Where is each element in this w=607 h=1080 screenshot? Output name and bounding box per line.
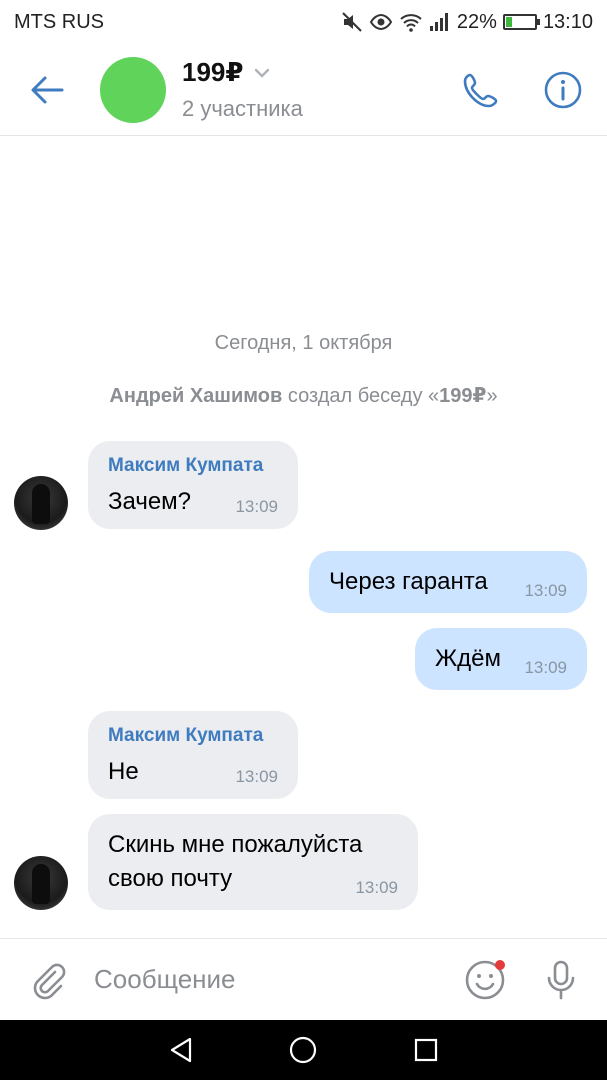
chat-avatar[interactable]: [100, 56, 166, 123]
message-bubble-incoming[interactable]: Максим Кумпата Зачем? 13:09: [88, 441, 298, 529]
emoji-button[interactable]: [461, 956, 509, 1004]
avatar[interactable]: [14, 856, 68, 910]
message-composer: [0, 938, 607, 1020]
mute-icon: [341, 11, 363, 33]
attach-button[interactable]: [24, 956, 72, 1004]
service-message: Андрей Хашимов создал беседу «199₽»: [0, 383, 607, 408]
back-arrow-icon: [31, 76, 64, 103]
wifi-icon: [399, 11, 423, 33]
clock: 13:10: [542, 10, 593, 33]
eye-icon: [369, 11, 393, 33]
battery-charging-icon: [502, 14, 540, 30]
voice-message-button[interactable]: [537, 956, 585, 1004]
circle-home-icon: [290, 1036, 317, 1064]
message-sender[interactable]: Максим Кумпата: [108, 455, 278, 477]
message-bubble-incoming[interactable]: Максим Кумпата Не 13:09: [88, 711, 298, 799]
triangle-back-icon: [171, 1037, 192, 1063]
chat-title-block[interactable]: 199₽ 2 участника: [182, 57, 303, 122]
back-button[interactable]: [22, 65, 72, 115]
battery-percent: 22%: [456, 10, 497, 33]
info-button[interactable]: [541, 68, 585, 112]
message-sender[interactable]: Максим Кумпата: [108, 725, 278, 747]
microphone-icon: [547, 960, 575, 999]
notification-dot: [495, 959, 505, 970]
service-author[interactable]: Андрей Хашимов: [109, 385, 282, 407]
service-suffix: »: [486, 385, 498, 407]
signal-icon: [429, 12, 451, 32]
message-bubble-outgoing[interactable]: Ждём 13:09: [415, 628, 587, 690]
message-bubble-incoming[interactable]: Скинь мне пожалуйста свою почту 13:09: [88, 814, 418, 910]
nav-home-button[interactable]: [283, 1030, 323, 1070]
info-icon: [544, 71, 582, 108]
status-icons: 22% 13:10: [341, 11, 593, 34]
service-action: создал беседу «: [287, 385, 440, 407]
chevron-down-icon: [255, 68, 270, 78]
service-chat-name: 199₽: [439, 385, 487, 407]
phone-icon: [463, 73, 498, 107]
nav-back-button[interactable]: [161, 1030, 201, 1070]
message-bubble-outgoing[interactable]: Через гаранта 13:09: [309, 551, 587, 613]
chat-header: 199₽ 2 участника: [0, 44, 607, 136]
call-button[interactable]: [459, 68, 503, 112]
date-separator: Сегодня, 1 октября: [214, 332, 393, 354]
message-time: 13:09: [355, 878, 398, 897]
paperclip-icon: [33, 963, 66, 999]
message-time: 13:09: [235, 497, 278, 516]
message-list[interactable]: Сегодня, 1 октября Андрей Хашимов создал…: [0, 137, 607, 937]
nav-recents-button[interactable]: [406, 1030, 446, 1070]
status-bar: MTS RUS 22% 13:10: [0, 0, 607, 44]
chat-title: 199₽: [182, 57, 244, 87]
system-navigation-bar: [0, 1020, 607, 1080]
participants-count: 2 участника: [182, 96, 303, 121]
square-recents-icon: [414, 1038, 437, 1062]
message-time: 13:09: [235, 767, 278, 786]
message-input[interactable]: [94, 954, 461, 1005]
carrier-label: MTS RUS: [14, 10, 104, 33]
message-time: 13:09: [524, 581, 567, 600]
avatar[interactable]: [14, 476, 68, 530]
message-time: 13:09: [524, 658, 567, 677]
